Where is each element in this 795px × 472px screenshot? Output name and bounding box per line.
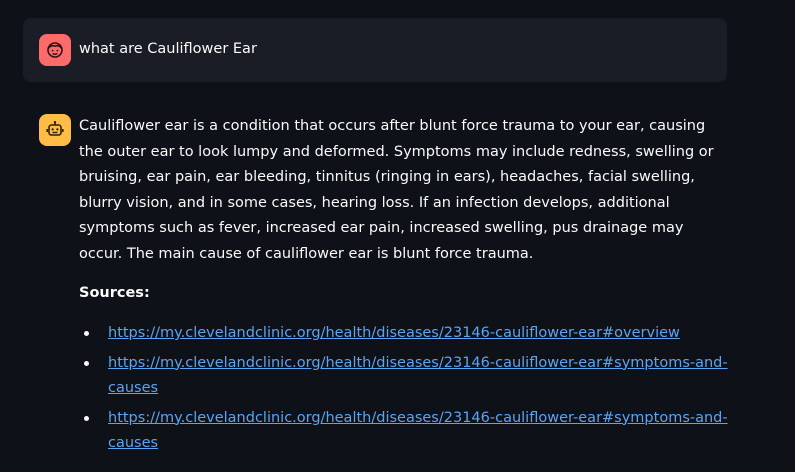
source-item: https://my.clevelandclinic.org/health/di… [79, 351, 729, 402]
robot-icon [46, 121, 64, 136]
source-link[interactable]: https://my.clevelandclinic.org/health/di… [108, 355, 728, 397]
source-link[interactable]: https://my.clevelandclinic.org/health/di… [108, 325, 680, 341]
source-item: https://my.clevelandclinic.org/health/di… [79, 406, 729, 457]
user-message-text: what are Cauliflower Ear [79, 41, 257, 57]
source-link[interactable]: https://my.clevelandclinic.org/health/di… [108, 410, 728, 452]
chat-container: what are Cauliflower Ear Cauliflower ear… [0, 0, 795, 472]
assistant-answer-text: Cauliflower ear is a condition that occu… [79, 118, 714, 262]
user-face-icon [47, 42, 63, 58]
sources-label: Sources: [79, 285, 150, 301]
user-avatar [39, 34, 71, 66]
assistant-message: Cauliflower ear is a condition that occu… [79, 114, 729, 461]
sources-list: https://my.clevelandclinic.org/health/di… [79, 321, 729, 457]
assistant-avatar [39, 114, 71, 146]
bullet-icon [84, 331, 89, 336]
bullet-icon [84, 415, 89, 421]
bullet-icon [84, 360, 89, 366]
source-item: https://my.clevelandclinic.org/health/di… [79, 321, 729, 347]
user-message: what are Cauliflower Ear [23, 18, 727, 82]
